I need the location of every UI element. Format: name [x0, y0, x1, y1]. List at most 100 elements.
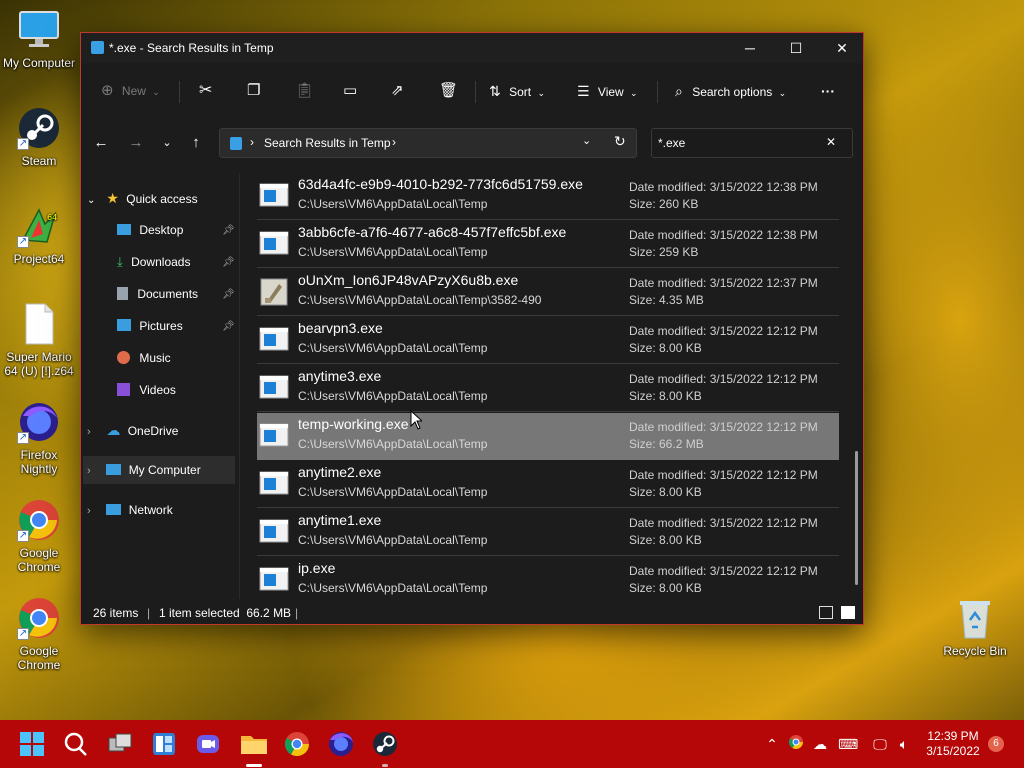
file-name: oUnXm_Ion6JP48vAPzyX6u8b.exe — [298, 272, 519, 288]
desktop-icon-firefox-nightly[interactable]: ↗ Firefox Nightly — [1, 400, 77, 476]
back-arrow-icon[interactable]: ← — [89, 129, 113, 157]
file-row[interactable]: bearvpn3.exe C:\Users\VM6\AppData\Local\T… — [257, 317, 839, 364]
search-button[interactable] — [60, 728, 92, 760]
maximize-button[interactable]: ☐ — [773, 33, 819, 63]
trash-icon: 🗑︎ — [439, 82, 459, 99]
notification-badge[interactable]: 6 — [988, 736, 1004, 752]
file-row[interactable]: anytime1.exe C:\Users\VM6\AppData\Local\T… — [257, 509, 839, 556]
command-bar: ⊕ New ⌄ ✂ ❐ 📋︎ ▭ ⇗ 🗑︎ ⇅ Sort ⌄ ☰ View ⌄ … — [81, 69, 863, 113]
nav-onedrive[interactable]: › ☁ OneDrive — [87, 416, 178, 444]
delete-button[interactable]: 🗑︎ — [439, 77, 458, 105]
cloud-sync-icon[interactable]: ☁ — [810, 734, 830, 754]
nav-quick-access[interactable]: ⌄ ★ Quick access — [87, 184, 198, 212]
network-tray-icon[interactable]: 🖵︎ — [870, 734, 890, 754]
video-icon — [117, 383, 130, 396]
refresh-icon[interactable]: ↻ — [614, 133, 626, 150]
chrome-taskbar-button[interactable] — [281, 728, 313, 760]
view-button[interactable]: ☰ View ⌄ — [577, 77, 638, 105]
desktop-icon-label: My Computer — [2, 56, 76, 70]
cut-button[interactable]: ✂ — [199, 77, 212, 105]
sort-button[interactable]: ⇅ Sort ⌄ — [489, 77, 545, 105]
file-size: Size: 66.2 MB — [629, 437, 704, 451]
more-options-button[interactable]: ··· — [821, 77, 835, 105]
file-row[interactable]: anytime3.exe C:\Users\VM6\AppData\Local\T… — [257, 365, 839, 412]
pane-divider[interactable] — [239, 173, 240, 599]
task-view-icon — [108, 733, 132, 752]
address-bar[interactable]: › Search Results in Temp › ⌄ ↻ — [219, 128, 637, 158]
nav-item-music[interactable]: Music — [117, 344, 171, 372]
rename-button[interactable]: ▭ — [343, 77, 357, 105]
file-row[interactable]: temp-working.exe C:\Users\VM6\AppData\Loc… — [257, 413, 839, 460]
copy-button[interactable]: ❐ — [247, 77, 260, 105]
start-button[interactable] — [16, 728, 48, 760]
share-button[interactable]: ⇗ — [391, 77, 404, 105]
nav-item-downloads[interactable]: ⤓ Downloads — [117, 248, 190, 276]
desktop-icon-google-chrome-2[interactable]: ↗ Google Chrome — [1, 596, 77, 672]
file-row[interactable]: 63d4a4fc-e9b9-4010-b292-773fc6d51759.exe… — [257, 173, 839, 220]
search-icon — [64, 732, 87, 756]
chrome-tray-icon[interactable] — [786, 734, 806, 754]
nav-my-computer[interactable]: › My Computer — [83, 456, 235, 484]
file-row[interactable]: ip.exe C:\Users\VM6\AppData\Local\Temp Dat… — [257, 557, 839, 601]
search-options-button[interactable]: ⌕ Search options ⌄ — [675, 77, 786, 105]
desktop-icon-steam[interactable]: ↗ Steam — [1, 106, 77, 168]
title-bar[interactable]: *.exe - Search Results in Temp ─ ☐ ✕ — [81, 33, 863, 63]
show-hidden-icons-chevron-icon[interactable]: ⌃ — [762, 734, 782, 754]
tiles-view-icon[interactable] — [841, 606, 855, 619]
file-explorer-taskbar-button[interactable] — [238, 728, 270, 760]
forward-arrow-icon[interactable]: → — [124, 129, 148, 157]
desktop-icon-google-chrome[interactable]: ↗ Google Chrome — [1, 498, 77, 574]
share-icon: ⇗ — [391, 82, 404, 99]
status-bar: 26 items | 1 item selected 66.2 MB | — [81, 601, 863, 625]
nav-my-computer-label: My Computer — [128, 463, 201, 477]
nav-item-desktop[interactable]: Desktop — [117, 216, 183, 244]
clear-search-icon[interactable]: ✕ — [826, 135, 836, 149]
details-view-icon[interactable] — [819, 606, 833, 619]
minimize-button[interactable]: ─ — [727, 33, 773, 63]
pin-icon[interactable]: 📌︎ — [222, 321, 235, 332]
firefox-nightly-taskbar-button[interactable] — [325, 728, 357, 760]
exe-window-icon — [259, 422, 289, 448]
nav-network[interactable]: › Network — [87, 496, 173, 524]
widgets-button[interactable] — [148, 728, 180, 760]
desktop-icon-my-computer[interactable]: My Computer — [1, 8, 77, 70]
search-options-label: Search options — [692, 85, 773, 99]
scissors-icon: ✂ — [199, 82, 213, 99]
search-box[interactable]: *.exe ✕ — [651, 128, 853, 158]
search-input[interactable]: *.exe — [658, 136, 685, 150]
file-row[interactable]: 3abb6cfe-a7f6-4677-a6c8-457f7effc5bf.exe… — [257, 221, 839, 268]
task-view-button[interactable] — [104, 728, 136, 760]
nav-item-videos[interactable]: Videos — [117, 376, 176, 404]
file-name: bearvpn3.exe — [298, 320, 383, 336]
file-row[interactable]: anytime2.exe C:\Users\VM6\AppData\Local\T… — [257, 461, 839, 508]
new-button[interactable]: ⊕ New ⌄ — [101, 77, 160, 105]
file-size: Size: 259 KB — [629, 245, 699, 259]
clock-date: 3/15/2022 — [926, 744, 980, 758]
plus-circle-icon: ⊕ — [101, 82, 114, 99]
up-arrow-icon[interactable]: ↑ — [184, 129, 208, 157]
keyboard-icon[interactable]: ⌨ — [838, 734, 858, 754]
desktop-icon-super-mario-rom[interactable]: Super Mario 64 (U) [!].z64 — [1, 302, 77, 378]
close-button[interactable]: ✕ — [819, 33, 865, 63]
download-arrow-icon: ⤓ — [117, 254, 123, 269]
nav-item-pictures[interactable]: Pictures — [117, 312, 183, 340]
steam-taskbar-button[interactable] — [369, 728, 401, 760]
nav-item-documents[interactable]: Documents — [117, 280, 198, 308]
paste-button[interactable]: 📋︎ — [295, 77, 314, 105]
vertical-scrollbar[interactable] — [855, 451, 858, 585]
pin-icon[interactable]: 📌︎ — [222, 257, 235, 268]
steam-icon: ↗ — [17, 106, 61, 150]
address-dropdown-icon[interactable]: ⌄ — [582, 134, 591, 147]
recent-locations-chevron-icon[interactable]: ⌄ — [155, 129, 179, 157]
taskbar-clock[interactable]: 12:39 PM 3/15/2022 — [918, 729, 988, 759]
file-row[interactable]: oUnXm_Ion6JP48vAPzyX6u8b.exe C:\Users\VM6… — [257, 269, 839, 316]
file-size: Size: 8.00 KB — [629, 341, 702, 355]
pin-icon[interactable]: 📌︎ — [222, 225, 235, 236]
volume-icon[interactable]: 🔈︎ — [894, 734, 914, 754]
chat-button[interactable] — [192, 728, 224, 760]
desktop-icon-recycle-bin[interactable]: Recycle Bin — [937, 596, 1013, 658]
pin-icon[interactable]: 📌︎ — [222, 289, 235, 300]
file-name: anytime3.exe — [298, 368, 382, 384]
breadcrumb[interactable]: Search Results in Temp — [264, 136, 391, 150]
desktop-icon-project64[interactable]: 64 ↗ Project64 — [1, 204, 77, 266]
